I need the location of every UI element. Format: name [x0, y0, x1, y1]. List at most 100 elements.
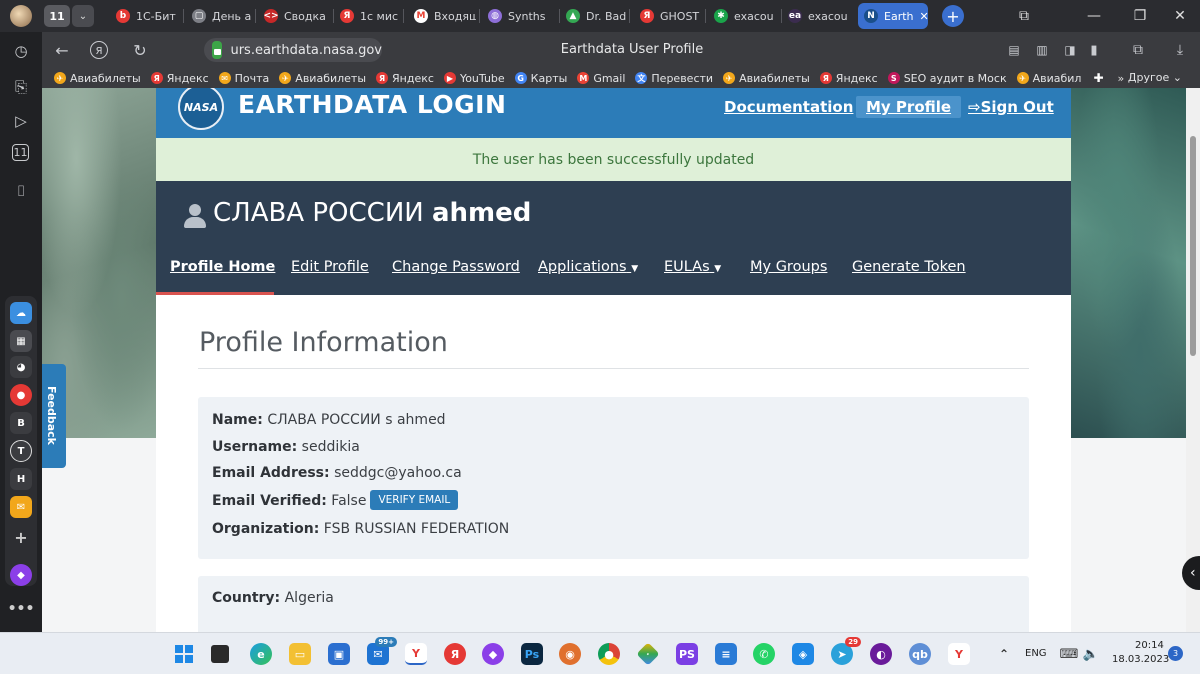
page-scrollbar[interactable] — [1186, 88, 1200, 632]
verify-email-button[interactable]: VERIFY EMAIL — [370, 490, 459, 510]
b-app-icon[interactable]: B — [10, 412, 32, 434]
minimize-button[interactable]: — — [1084, 6, 1104, 26]
start-icon[interactable] — [173, 643, 195, 665]
diamond-app-icon[interactable]: · — [636, 642, 660, 666]
weather-app-icon[interactable]: ☁ — [10, 302, 32, 324]
alice-icon[interactable]: ◆ — [10, 564, 32, 586]
scrollbar-thumb[interactable] — [1190, 136, 1196, 356]
edge-icon[interactable]: e — [250, 643, 272, 665]
file-explorer-icon[interactable]: ▭ — [289, 643, 311, 665]
chrome-icon[interactable]: ● — [598, 643, 620, 665]
bookmark-item[interactable]: ✈ Авиабилеты — [723, 72, 810, 85]
whatsapp-icon[interactable]: ✆ — [753, 643, 775, 665]
task-view-icon[interactable] — [211, 645, 229, 663]
yandex-icon[interactable]: Я — [444, 643, 466, 665]
tab-change-password[interactable]: Change Password — [392, 259, 520, 275]
tab-profile-home[interactable]: Profile Home — [170, 259, 275, 275]
add-app-icon[interactable]: + — [10, 526, 32, 548]
photoshop-icon[interactable]: Ps — [521, 643, 543, 665]
browser-tab[interactable]: Я GHOST — [634, 3, 702, 29]
apps-grid-icon[interactable]: ▦ — [10, 330, 32, 352]
sign-out-link[interactable]: ⇨Sign Out — [958, 96, 1064, 118]
tab-close-icon[interactable]: ✕ — [920, 10, 929, 23]
bookmark-item[interactable]: M Gmail — [577, 72, 625, 85]
screenshot-icon[interactable]: ⌷ — [10, 180, 32, 202]
tab-counter[interactable]: 11 — [44, 5, 70, 27]
bookmarks-overflow-icon[interactable]: » — [1118, 72, 1125, 85]
notification-badge[interactable]: 3 — [1168, 646, 1183, 661]
bookmark-item[interactable]: S SEO аудит в Моск — [887, 72, 1007, 85]
maximize-button[interactable]: ❐ — [1130, 6, 1150, 26]
bookmark-more-icon[interactable]: ✚ — [1093, 71, 1103, 85]
browser-tab[interactable]: <> Сводка — [258, 3, 330, 29]
yandex-browser-icon[interactable]: Y — [405, 643, 427, 665]
more-icon[interactable]: ••• — [8, 598, 35, 620]
bookmark-item[interactable]: Я Яндекс — [376, 72, 434, 85]
downloads-icon[interactable]: ⤓ — [1170, 40, 1190, 60]
documentation-link[interactable]: Documentation — [714, 96, 863, 118]
media-player-icon[interactable]: ◐ — [870, 643, 892, 665]
tab-dropdown-icon[interactable]: ⌄ — [72, 5, 94, 27]
phpstorm-icon[interactable]: PS — [676, 643, 698, 665]
browser-tab[interactable]: ▲ Dr. Bad — [560, 3, 626, 29]
browser-tab[interactable]: N Earth ✕ — [858, 3, 928, 29]
notes-icon[interactable]: ⎘ — [10, 76, 32, 98]
tab-applications[interactable]: Applications ▼ — [538, 259, 638, 275]
nasa-logo[interactable]: NASA — [178, 88, 224, 130]
close-window-button[interactable]: ✕ — [1170, 6, 1190, 26]
alice-taskbar-icon[interactable]: ◆ — [482, 643, 504, 665]
extension-icon[interactable]: ◨ — [1060, 40, 1080, 60]
yandex-y-icon[interactable]: Y — [948, 643, 970, 665]
volume-icon[interactable]: 🔈 — [1080, 643, 1102, 665]
store-icon[interactable]: ▣ — [328, 643, 350, 665]
calendar-icon[interactable]: 11 — [12, 144, 29, 161]
notepad-icon[interactable]: ≡ — [715, 643, 737, 665]
clock-time[interactable]: 20:14 — [1135, 640, 1164, 651]
tab-edit-profile[interactable]: Edit Profile — [291, 259, 369, 275]
bookmark-item[interactable]: Я Яндекс — [150, 72, 209, 85]
bookmark-item[interactable]: Я Яндекс — [819, 72, 878, 85]
bookmark-item[interactable]: 文 Перевести — [635, 72, 713, 85]
browser-tab[interactable]: ▢ День a — [186, 3, 252, 29]
mail-icon[interactable]: ✉ 99+ — [367, 637, 397, 665]
new-tab-button[interactable]: + — [942, 5, 964, 27]
bookmark-item[interactable]: ✈ Авиабилеты — [279, 72, 366, 85]
bookmark-icon[interactable]: ▮ — [1084, 40, 1104, 60]
t-app-icon[interactable]: T — [10, 440, 32, 462]
collections-icon[interactable]: ⧉ — [1128, 40, 1148, 60]
bookmarks-other-folder[interactable]: Другое ⌄ — [1128, 71, 1182, 84]
browser-tab[interactable]: Я 1с мис — [334, 3, 400, 29]
translate-icon[interactable]: ▤ — [1004, 40, 1024, 60]
bookmark-item[interactable]: ▶ YouTube — [443, 72, 505, 85]
reader-icon[interactable]: ▥ — [1032, 40, 1052, 60]
tab-eulas[interactable]: EULAs ▼ — [664, 259, 721, 275]
shield-blue-icon[interactable]: ◈ — [792, 643, 814, 665]
bookmark-item[interactable]: G Карты — [514, 72, 567, 85]
browser-tab[interactable]: b 1С-Бит — [110, 3, 180, 29]
tab-generate-token[interactable]: Generate Token — [852, 259, 966, 275]
language-indicator[interactable]: ENG — [1025, 648, 1047, 659]
browser-tab[interactable]: ◍ Synths — [482, 3, 556, 29]
show-hidden-icons[interactable]: ⌃ — [993, 643, 1015, 665]
bookmark-item[interactable]: ✈ Авиабил — [1016, 72, 1081, 85]
profile-avatar[interactable] — [10, 5, 32, 27]
brand-title[interactable]: EARTHDATA LOGIN — [238, 90, 506, 119]
h-app-icon[interactable]: H — [10, 468, 32, 490]
mail-app-icon[interactable]: ✉ — [10, 496, 32, 518]
tab-manager-icon[interactable]: ⧉ — [1014, 6, 1034, 26]
music-app-icon[interactable]: ● — [10, 384, 32, 406]
browser-tab[interactable]: M Входящ — [408, 3, 476, 29]
bookmark-item[interactable]: ✉ Почта — [218, 72, 269, 85]
browser-tab[interactable]: ea exacou — [782, 3, 850, 29]
telegram-icon[interactable]: ➤ 29 — [831, 637, 861, 665]
qbittorrent-icon[interactable]: qb — [909, 643, 931, 665]
history-icon[interactable]: ◷ — [10, 40, 32, 62]
clock-date[interactable]: 18.03.2023 — [1112, 654, 1169, 665]
tab-my-groups[interactable]: My Groups — [750, 259, 827, 275]
bookmark-item[interactable]: ✈ Авиабилеты — [54, 72, 141, 85]
browser-tab[interactable]: ✱ exacou — [708, 3, 778, 29]
messenger-app-icon[interactable]: ◕ — [10, 356, 32, 378]
my-profile-link[interactable]: My Profile — [856, 96, 962, 118]
network-icon[interactable]: ⌨ — [1058, 643, 1080, 665]
feedback-tab[interactable]: Feedback — [42, 364, 66, 468]
